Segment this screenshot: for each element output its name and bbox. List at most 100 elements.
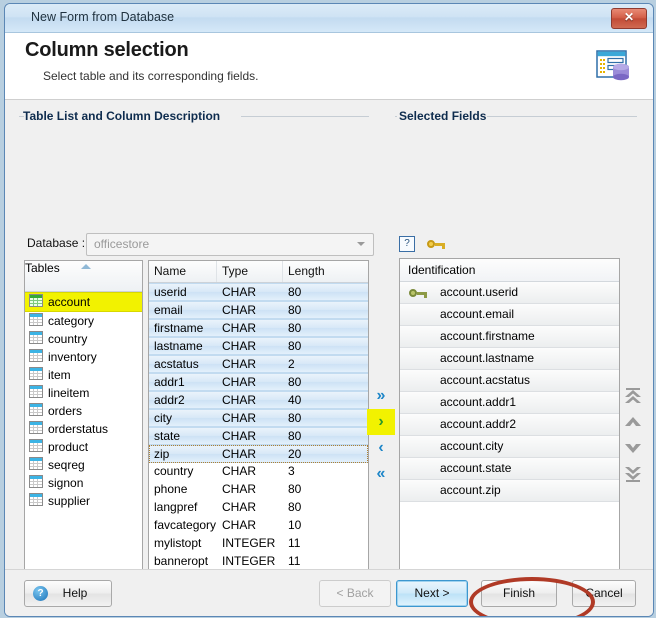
table-row[interactable]: emailCHAR80 xyxy=(149,301,368,319)
table-list-item-label: product xyxy=(48,440,88,454)
left-group-rule-right xyxy=(241,116,369,117)
table-row[interactable]: stateCHAR80 xyxy=(149,427,368,445)
table-row[interactable]: firstnameCHAR80 xyxy=(149,319,368,337)
column-cell-type: CHAR xyxy=(217,446,283,462)
table-list-item-label: signon xyxy=(48,476,83,490)
table-row[interactable]: cityCHAR80 xyxy=(149,409,368,427)
column-header-name[interactable]: Name xyxy=(149,261,217,282)
table-list-item-label: orderstatus xyxy=(48,422,108,436)
list-item[interactable]: account.addr1 xyxy=(400,392,619,414)
title-bar: New Form from Database ✕ xyxy=(5,4,653,33)
column-cell-length: 3 xyxy=(283,463,367,481)
column-cell-length: 2 xyxy=(283,356,367,372)
page-title: Column selection xyxy=(25,39,189,62)
column-cell-length: 80 xyxy=(283,302,367,318)
help-button-label: Help xyxy=(63,586,88,600)
table-list-item[interactable]: country xyxy=(25,330,142,348)
cancel-button[interactable]: Cancel xyxy=(572,580,636,607)
column-cell-type: CHAR xyxy=(217,463,283,481)
list-item[interactable]: account.zip xyxy=(400,480,619,502)
column-cell-type: CHAR xyxy=(217,517,283,535)
table-row[interactable]: countryCHAR3 xyxy=(149,463,368,481)
table-icon xyxy=(29,385,43,398)
add-all-button[interactable]: » xyxy=(367,383,395,409)
column-cell-type: INTEGER xyxy=(217,535,283,553)
selected-fields-header: Identification xyxy=(400,259,619,282)
table-row[interactable]: mylistoptINTEGER11 xyxy=(149,535,368,553)
list-item[interactable]: account.userid xyxy=(400,282,619,304)
help-button[interactable]: ? Help xyxy=(24,580,112,607)
list-item[interactable]: account.acstatus xyxy=(400,370,619,392)
selected-fields-panel: Identification account.useridaccount.ema… xyxy=(399,258,620,617)
columns-grid-panel: Name Type Length useridCHAR80emailCHAR80… xyxy=(148,260,369,617)
move-top-button[interactable] xyxy=(621,383,645,409)
list-item[interactable]: account.firstname xyxy=(400,326,619,348)
column-header-type[interactable]: Type xyxy=(217,261,283,282)
remove-button[interactable]: ‹ xyxy=(367,435,395,461)
table-list-item-label: category xyxy=(48,314,94,328)
table-row[interactable]: addr1CHAR80 xyxy=(149,373,368,391)
move-bottom-button[interactable] xyxy=(621,461,645,487)
left-group-rule-left xyxy=(19,116,24,117)
remove-all-button[interactable]: « xyxy=(367,461,395,487)
list-item[interactable]: account.addr2 xyxy=(400,414,619,436)
column-cell-length: 80 xyxy=(283,320,367,336)
table-list-item-label: country xyxy=(48,332,87,346)
back-button: < Back xyxy=(319,580,391,607)
column-cell-name: userid xyxy=(149,284,217,300)
table-list-item-label: supplier xyxy=(48,494,90,508)
add-button[interactable]: › xyxy=(367,409,395,435)
table-icon xyxy=(29,367,43,380)
table-list-item[interactable]: signon xyxy=(25,474,142,492)
tables-list-header[interactable]: Tables xyxy=(25,261,142,292)
column-cell-name: firstname xyxy=(149,320,217,336)
column-cell-length: 80 xyxy=(283,499,367,517)
list-item-label: account.addr1 xyxy=(440,395,516,409)
database-select[interactable]: officestore xyxy=(86,233,374,256)
dialog-window: New Form from Database ✕ Column selectio… xyxy=(4,3,654,617)
finish-button[interactable]: Finish xyxy=(481,580,557,607)
list-item-label: account.city xyxy=(440,439,503,453)
table-row[interactable]: acstatusCHAR2 xyxy=(149,355,368,373)
table-icon xyxy=(29,331,43,344)
list-item[interactable]: account.state xyxy=(400,458,619,480)
list-item-label: account.addr2 xyxy=(440,417,516,431)
list-item[interactable]: account.email xyxy=(400,304,619,326)
column-cell-type: CHAR xyxy=(217,320,283,336)
table-list-item-label: account xyxy=(48,295,90,309)
field-help-button[interactable]: ? xyxy=(399,236,415,252)
table-row[interactable]: lastnameCHAR80 xyxy=(149,337,368,355)
column-cell-length: 80 xyxy=(283,428,367,444)
list-item[interactable]: account.city xyxy=(400,436,619,458)
table-row[interactable]: langprefCHAR80 xyxy=(149,499,368,517)
column-cell-type: CHAR xyxy=(217,356,283,372)
table-list-item[interactable]: category xyxy=(25,312,142,330)
table-list-item[interactable]: orders xyxy=(25,402,142,420)
table-list-item[interactable]: seqreg xyxy=(25,456,142,474)
table-row[interactable]: favcategoryCHAR10 xyxy=(149,517,368,535)
table-list-item[interactable]: supplier xyxy=(25,492,142,510)
database-label: Database : xyxy=(27,236,85,250)
primary-key-icon[interactable] xyxy=(427,238,445,250)
table-list-item[interactable]: inventory xyxy=(25,348,142,366)
move-up-button[interactable] xyxy=(621,409,645,435)
table-list-item[interactable]: product xyxy=(25,438,142,456)
table-row[interactable]: addr2CHAR40 xyxy=(149,391,368,409)
wizard-header: Column selection Select table and its co… xyxy=(5,33,653,100)
list-item[interactable]: account.lastname xyxy=(400,348,619,370)
column-header-length[interactable]: Length xyxy=(283,261,367,282)
column-cell-length: 80 xyxy=(283,481,367,499)
table-list-item[interactable]: lineitem xyxy=(25,384,142,402)
table-row[interactable]: zipCHAR20 xyxy=(149,445,368,463)
table-row[interactable]: useridCHAR80 xyxy=(149,283,368,301)
table-list-item[interactable]: item xyxy=(25,366,142,384)
table-list-item[interactable]: orderstatus xyxy=(25,420,142,438)
dialog-body: Table List and Column Description Databa… xyxy=(5,100,653,577)
table-list-item[interactable]: account xyxy=(25,292,142,312)
table-icon xyxy=(29,313,43,326)
table-row[interactable]: phoneCHAR80 xyxy=(149,481,368,499)
move-down-button[interactable] xyxy=(621,435,645,461)
column-cell-type: CHAR xyxy=(217,428,283,444)
close-button[interactable]: ✕ xyxy=(611,8,647,29)
next-button[interactable]: Next > xyxy=(396,580,468,607)
